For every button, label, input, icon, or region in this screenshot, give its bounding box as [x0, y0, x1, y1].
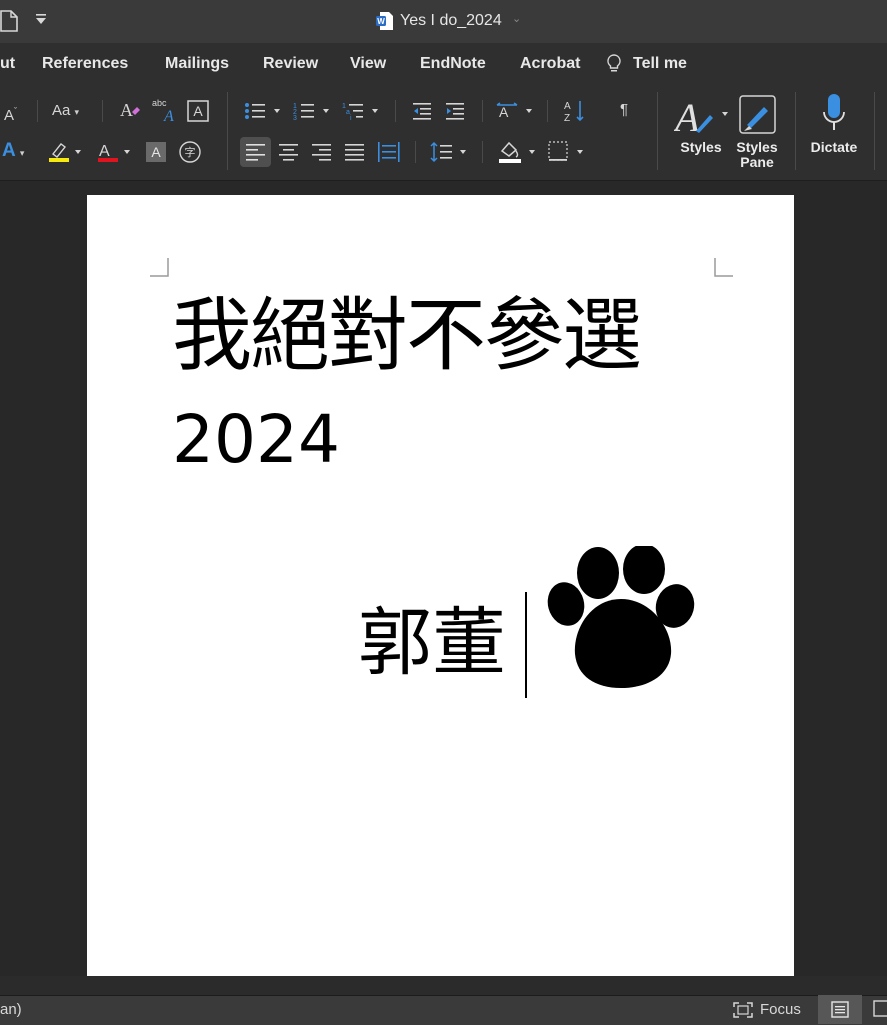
font-color-button[interactable]: A: [96, 140, 132, 169]
change-case-button[interactable]: Aa ▾: [52, 102, 79, 121]
character-border-icon[interactable]: A: [187, 100, 209, 127]
tab-review[interactable]: Review: [263, 55, 318, 73]
document-year[interactable]: 2024: [172, 400, 340, 480]
text-effects-icon[interactable]: abc A: [152, 97, 178, 128]
web-layout-icon[interactable]: [873, 1000, 887, 1022]
font-shrink-icon[interactable]: Aˇ: [4, 102, 17, 125]
dictate-label: Dictate: [810, 139, 858, 155]
margin-corner-top-right: [714, 258, 733, 277]
tab-references[interactable]: References: [42, 55, 128, 73]
svg-text:W: W: [377, 17, 385, 26]
svg-text:字: 字: [185, 145, 196, 159]
separator: [657, 92, 658, 170]
tab-mailings[interactable]: Mailings: [165, 55, 229, 73]
text-effects-button[interactable]: A ▾: [2, 140, 24, 162]
window-title: Yes I do_2024: [400, 12, 502, 29]
highlight-color-button[interactable]: [47, 140, 83, 169]
svg-text:A: A: [120, 100, 133, 120]
svg-text:3: 3: [293, 115, 297, 122]
svg-text:A: A: [674, 95, 700, 137]
separator: [102, 100, 103, 122]
enclose-characters-icon[interactable]: 字: [179, 141, 201, 168]
print-layout-view-button[interactable]: [818, 995, 862, 1024]
separator: [395, 100, 396, 122]
increase-indent-icon[interactable]: [444, 100, 466, 127]
bullets-icon[interactable]: [244, 100, 288, 127]
status-bar: [0, 995, 887, 1025]
character-shading-icon[interactable]: A: [145, 141, 167, 168]
separator: [795, 92, 796, 170]
separator: [547, 100, 548, 122]
svg-text:abc: abc: [152, 98, 167, 108]
justify-icon[interactable]: [345, 143, 365, 166]
svg-text:A: A: [499, 104, 509, 120]
paw-print-icon: [546, 544, 698, 696]
separator: [482, 100, 483, 122]
chevron-down-icon[interactable]: ⌄: [512, 12, 521, 25]
separator: [874, 92, 875, 170]
styles-label: Styles: [680, 139, 722, 155]
borders-icon[interactable]: [547, 140, 591, 169]
styles-pane-icon[interactable]: [739, 95, 777, 140]
align-right-icon[interactable]: [312, 143, 332, 166]
styles-gallery-icon[interactable]: A: [672, 93, 734, 142]
separator: [227, 92, 228, 170]
tab-view[interactable]: View: [350, 55, 386, 73]
styles-pane-label-1: Styles: [736, 139, 778, 155]
new-document-icon[interactable]: [0, 10, 18, 37]
shading-icon[interactable]: [497, 138, 541, 169]
svg-text:A: A: [564, 101, 571, 112]
separator: [37, 100, 38, 122]
svg-text:Z: Z: [564, 113, 570, 124]
tab-endnote[interactable]: EndNote: [420, 55, 486, 73]
sort-icon[interactable]: AZ: [563, 98, 587, 129]
numbering-icon[interactable]: 123: [293, 100, 337, 127]
tab-tell-me[interactable]: Tell me: [633, 55, 687, 73]
multilevel-list-icon[interactable]: 1ai: [342, 100, 386, 127]
styles-pane-label-2: Pane: [740, 154, 774, 170]
line-spacing-icon[interactable]: [430, 140, 474, 169]
document-signature[interactable]: 郭董: [358, 598, 506, 688]
print-layout-icon: [831, 1001, 849, 1018]
tab-acrobat[interactable]: Acrobat: [520, 55, 580, 73]
separator: [415, 141, 416, 163]
text-cursor: [525, 592, 527, 698]
lightbulb-icon: [606, 54, 622, 79]
align-center-icon[interactable]: [279, 143, 299, 166]
change-case-label: Aa: [52, 102, 71, 119]
text-direction-icon[interactable]: A: [496, 100, 540, 127]
margin-corner-top-left: [150, 258, 169, 277]
decrease-indent-icon[interactable]: [411, 100, 433, 127]
align-left-button[interactable]: [240, 137, 271, 167]
focus-label[interactable]: Focus: [760, 1001, 801, 1018]
document-heading[interactable]: 我絕對不參選: [172, 286, 642, 386]
distributed-icon[interactable]: [377, 140, 401, 169]
text-effect-a-icon: A: [2, 140, 16, 161]
svg-text:A: A: [151, 144, 161, 160]
svg-text:A: A: [163, 108, 174, 123]
svg-text:A: A: [193, 103, 203, 119]
svg-text:i: i: [350, 115, 352, 122]
focus-icon[interactable]: [733, 1002, 753, 1023]
show-paragraph-marks-button[interactable]: ¶: [620, 101, 628, 119]
clear-formatting-icon[interactable]: A: [119, 98, 143, 127]
word-doc-icon: W: [376, 11, 394, 36]
microphone-icon[interactable]: [821, 93, 847, 140]
separator: [482, 141, 483, 163]
language-status[interactable]: an): [0, 1001, 22, 1018]
canvas-bottom: [0, 976, 887, 995]
tab-layout[interactable]: ut: [0, 55, 15, 73]
customize-toolbar-icon[interactable]: [35, 13, 47, 28]
svg-text:A: A: [99, 143, 110, 160]
